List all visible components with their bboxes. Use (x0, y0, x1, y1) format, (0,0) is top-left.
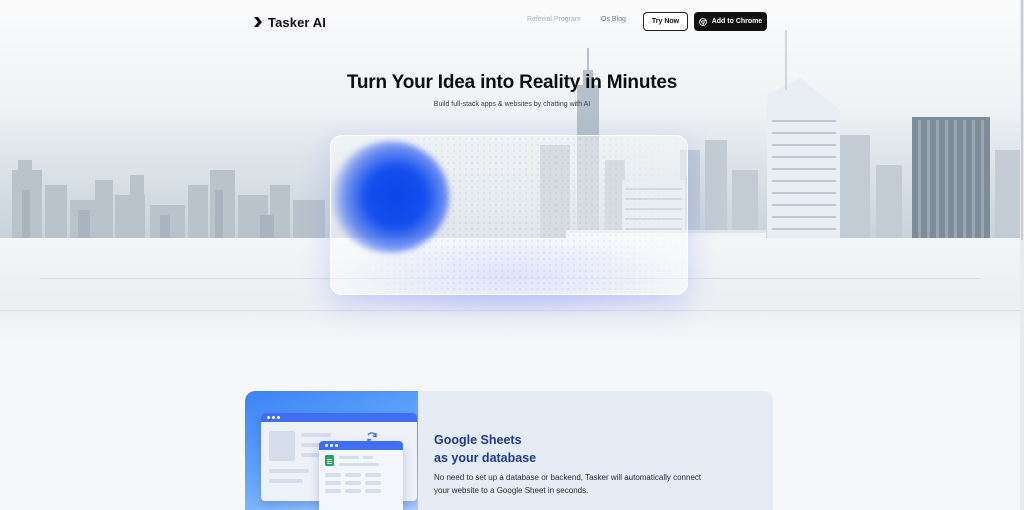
brand-name: Tasker AI (268, 14, 326, 30)
chrome-icon (698, 17, 707, 26)
google-sheets-icon (325, 455, 334, 466)
feature-description: No need to set up a database or backend,… (434, 473, 702, 495)
hero-subtitle: Build full-stack apps & websites by chat… (433, 101, 591, 108)
add-to-chrome-label: Add to Chrome (711, 18, 763, 25)
chevron-logo-icon (254, 17, 262, 27)
top-nav: Tasker AI Referral Program Os Blog Try N… (0, 0, 1024, 44)
feature-title: Google Sheets as your database (434, 431, 536, 467)
browser-window-front (319, 441, 403, 510)
demo-preview-card (330, 135, 688, 295)
brand-logo[interactable]: Tasker AI (253, 12, 326, 32)
try-now-button[interactable]: Try Now (643, 12, 688, 31)
feature-illustration (245, 391, 418, 510)
nav-link-os-blog[interactable]: Os Blog (601, 16, 626, 23)
blue-orb (331, 141, 449, 253)
feature-title-line-1: Google Sheets (434, 433, 522, 447)
add-to-chrome-button[interactable]: Add to Chrome (694, 12, 767, 31)
scrollbar-thumb[interactable] (1021, 0, 1023, 240)
nav-link-referral-program[interactable]: Referral Program (527, 16, 581, 23)
hero-title: Turn Your Idea into Reality in Minutes (346, 72, 678, 93)
feature-title-line-2: as your database (434, 451, 537, 465)
